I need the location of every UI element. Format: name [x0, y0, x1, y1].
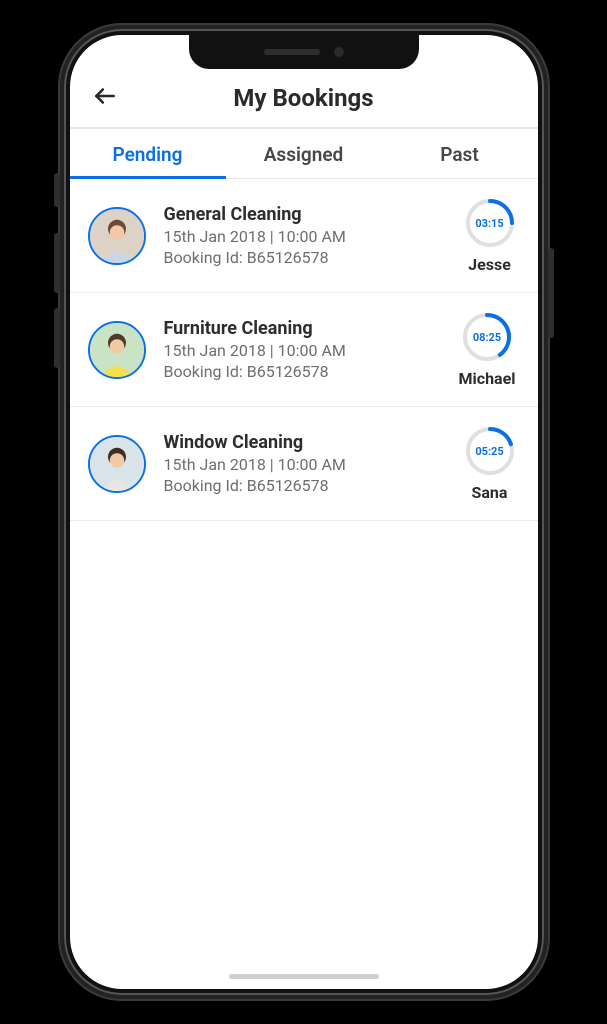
provider-avatar	[88, 207, 146, 265]
booking-id: Booking Id: B65126578	[164, 248, 446, 267]
booking-row[interactable]: Furniture Cleaning 15th Jan 2018 | 10:00…	[70, 293, 538, 407]
booking-status: 08:25 Michael	[459, 311, 516, 388]
home-indicator	[229, 974, 379, 979]
provider-name: Michael	[459, 369, 516, 388]
booking-row[interactable]: Window Cleaning 15th Jan 2018 | 10:00 AM…	[70, 407, 538, 521]
power-button	[548, 248, 554, 338]
provider-avatar	[88, 435, 146, 493]
device-mockup-frame: My Bookings Pending Assigned Past	[0, 0, 607, 1024]
booking-status: 05:25 Sana	[464, 425, 516, 502]
service-name: Furniture Cleaning	[164, 318, 441, 339]
booking-datetime: 15th Jan 2018 | 10:00 AM	[164, 227, 446, 246]
speaker-grille	[264, 49, 320, 55]
countdown-ring: 05:25	[464, 425, 516, 477]
tab-assigned[interactable]: Assigned	[226, 129, 382, 178]
app-header: My Bookings	[70, 69, 538, 129]
countdown-time: 05:25	[464, 425, 516, 477]
countdown-ring: 08:25	[461, 311, 513, 363]
tab-label: Assigned	[264, 143, 344, 166]
volume-down-button	[54, 308, 60, 368]
booking-status: 03:15 Jesse	[464, 197, 516, 274]
phone-frame: My Bookings Pending Assigned Past	[58, 23, 550, 1001]
booking-datetime: 15th Jan 2018 | 10:00 AM	[164, 341, 441, 360]
service-name: Window Cleaning	[164, 432, 446, 453]
tab-pending[interactable]: Pending	[70, 129, 226, 178]
provider-avatar	[88, 321, 146, 379]
service-name: General Cleaning	[164, 204, 446, 225]
volume-up-button	[54, 233, 60, 293]
countdown-ring: 03:15	[464, 197, 516, 249]
booking-info: Furniture Cleaning 15th Jan 2018 | 10:00…	[164, 318, 441, 381]
arrow-left-icon	[92, 83, 118, 113]
booking-datetime: 15th Jan 2018 | 10:00 AM	[164, 455, 446, 474]
booking-id: Booking Id: B65126578	[164, 476, 446, 495]
front-camera	[334, 47, 344, 57]
countdown-time: 03:15	[464, 197, 516, 249]
page-title: My Bookings	[233, 84, 373, 112]
booking-list: General Cleaning 15th Jan 2018 | 10:00 A…	[70, 179, 538, 989]
mute-switch	[54, 173, 60, 207]
device-notch	[189, 35, 419, 69]
booking-row[interactable]: General Cleaning 15th Jan 2018 | 10:00 A…	[70, 179, 538, 293]
tab-past[interactable]: Past	[382, 129, 538, 178]
phone-screen: My Bookings Pending Assigned Past	[70, 35, 538, 989]
tab-label: Past	[440, 143, 478, 166]
back-button[interactable]	[90, 83, 120, 113]
booking-info: General Cleaning 15th Jan 2018 | 10:00 A…	[164, 204, 446, 267]
provider-name: Sana	[472, 483, 508, 502]
app-root: My Bookings Pending Assigned Past	[70, 35, 538, 989]
booking-id: Booking Id: B65126578	[164, 362, 441, 381]
tab-bar: Pending Assigned Past	[70, 129, 538, 179]
phone-bezel: My Bookings Pending Assigned Past	[64, 29, 544, 995]
countdown-time: 08:25	[461, 311, 513, 363]
tab-label: Pending	[113, 143, 183, 166]
booking-info: Window Cleaning 15th Jan 2018 | 10:00 AM…	[164, 432, 446, 495]
provider-name: Jesse	[468, 255, 511, 274]
